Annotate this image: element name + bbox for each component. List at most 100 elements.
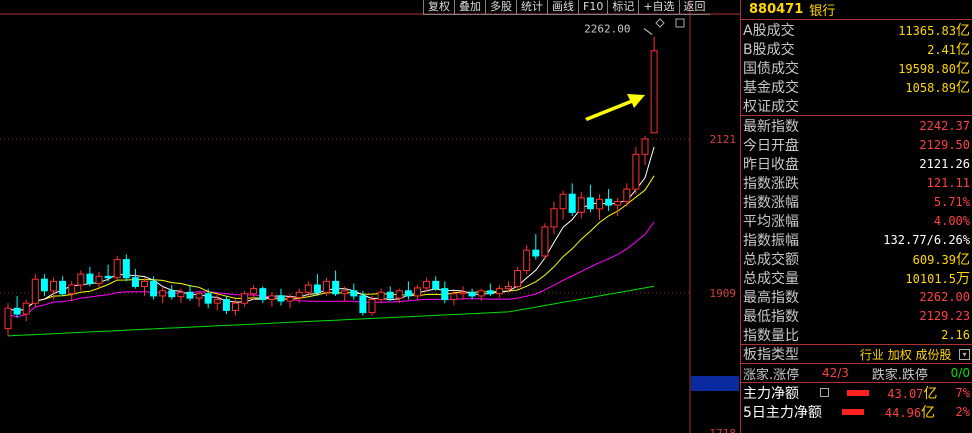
toolbar-button[interactable]: 统计	[516, 0, 547, 15]
stat-label: 最高指数	[743, 289, 799, 306]
candle-body	[332, 280, 340, 295]
board-type-label: 板指类型	[743, 347, 799, 363]
market-volume-list: A股成交 11365.83亿 B股成交 2.41亿 国债成交 19598.80亿 基金成交 1…	[741, 20, 972, 115]
stat-value: 5.71%	[933, 194, 970, 209]
board-type-tags: 行业 加权 成份股	[859, 347, 952, 362]
kline-chart-area[interactable]: 212119091774.417182262.00 复权叠加多股统计画线F10标…	[0, 0, 740, 433]
board-type-row: 板指类型 行业 加权 成份股 ▾	[741, 344, 972, 363]
candle-body	[141, 280, 148, 287]
stat-value: 2129.23	[919, 308, 970, 323]
toolbar-button[interactable]: 复权	[423, 0, 454, 15]
toolbar-button[interactable]: 返回	[678, 0, 710, 15]
candle-body	[650, 50, 658, 134]
toolbar-button[interactable]: 画线	[547, 0, 578, 15]
stat-value: 132.77/6.26%	[883, 232, 970, 247]
candle-body	[104, 275, 112, 279]
candle-body	[86, 273, 94, 285]
chart-toolbar: 复权 叠加 多股 统计 画线 F10 标记 +自选 返回	[423, 0, 710, 15]
capital-flow-list: 主力净额 43.07亿 7% 5日主力净额 44.96亿 2%	[741, 382, 972, 421]
stat-row: 总成交量 10101.5万	[741, 268, 972, 287]
candle-body	[350, 290, 358, 297]
candle-body	[395, 290, 403, 299]
stat-row: 国债成交 19598.80亿	[741, 58, 972, 77]
candle-body	[514, 269, 522, 287]
candle-body	[459, 291, 467, 295]
ma60-line	[7, 285, 655, 337]
stat-row: 昨日收盘 2121.26	[741, 154, 972, 173]
stat-label: 基金成交	[743, 79, 799, 96]
candle-body	[222, 299, 230, 311]
toolbar-button[interactable]: 叠加	[454, 0, 485, 15]
candle-body	[4, 307, 12, 330]
stat-label: 总成交量	[743, 270, 799, 287]
candle-body	[577, 197, 585, 213]
menu-icon[interactable]	[820, 388, 830, 397]
candle-body	[313, 284, 321, 293]
capital-flow-row: 主力净额 43.07亿 7%	[741, 383, 972, 402]
max-price-label: 2262.00	[584, 23, 630, 36]
stat-value: 2.16	[941, 327, 970, 342]
arrow-annotation-icon	[585, 94, 645, 121]
candle-body	[195, 293, 203, 299]
candle-body	[168, 290, 176, 298]
stat-value: 2242.37	[919, 118, 970, 133]
candle-body	[150, 280, 158, 297]
panel-header: 880471 银行	[741, 0, 972, 20]
candle-body	[368, 299, 376, 314]
stat-row: 指数涨幅 5.71%	[741, 192, 972, 211]
stat-value: 10101.5	[905, 271, 956, 286]
stat-row: 指数振幅 132.77/6.26%	[741, 230, 972, 249]
candle-body	[286, 296, 294, 302]
candle-body	[614, 200, 622, 206]
candle-body	[441, 288, 449, 301]
stat-row: 基金成交 1058.89亿	[741, 77, 972, 96]
stat-value: 2129.50	[919, 137, 970, 152]
toolbar-button[interactable]: +自选	[638, 0, 679, 15]
stat-value: 4.00%	[933, 213, 970, 228]
diamond-icon	[655, 18, 665, 28]
candle-body	[22, 302, 30, 315]
stat-unit: 亿	[956, 41, 970, 58]
candle-body	[131, 277, 139, 287]
candle-body	[541, 226, 549, 257]
up-limit-label: 涨家.涨停	[743, 367, 800, 383]
candle-body	[304, 284, 312, 293]
stat-row: 今日开盘 2129.50	[741, 135, 972, 154]
candle-body	[477, 290, 485, 297]
down-limit-value: 0/0	[950, 366, 970, 380]
flow-unit: 亿	[923, 385, 938, 402]
candle-body	[113, 259, 121, 279]
stat-unit: 亿	[956, 251, 970, 268]
dropdown-icon[interactable]: ▾	[959, 349, 970, 360]
flow-value: 44.96	[884, 405, 922, 420]
candle-body	[586, 197, 594, 210]
toolbar-button[interactable]: 标记	[607, 0, 639, 15]
candle-body	[414, 287, 421, 297]
candle-body	[386, 291, 394, 299]
stat-value: 609.39	[912, 252, 956, 267]
candle-body	[559, 193, 567, 210]
stat-row: 总成交额 609.39亿	[741, 249, 972, 268]
candle-body	[423, 280, 431, 289]
flow-label: 主力净额	[743, 385, 799, 402]
candle-body	[641, 138, 649, 155]
flow-bar	[847, 389, 870, 396]
candle-body	[68, 284, 76, 295]
candle-body	[186, 291, 194, 299]
toolbar-button[interactable]: 多股	[485, 0, 516, 15]
stat-unit: 万	[956, 270, 970, 287]
stat-value: 2262.00	[919, 289, 970, 304]
stat-label: 指数涨跌	[743, 175, 799, 192]
stat-label: 国债成交	[743, 60, 799, 77]
stat-label: B股成交	[743, 41, 795, 58]
stat-label: 指数振幅	[743, 232, 799, 249]
candle-body	[13, 307, 21, 315]
capital-flow-row: 5日主力净额 44.96亿 2%	[741, 402, 972, 421]
toolbar-button[interactable]: F10	[578, 0, 608, 15]
crosshair-price-box	[691, 376, 739, 391]
kline-chart[interactable]: 212119091774.417182262.00	[0, 0, 740, 433]
candle-body	[323, 280, 330, 293]
candle-body	[359, 295, 367, 314]
stat-label: 最新指数	[743, 118, 799, 135]
candle-body	[486, 290, 494, 295]
